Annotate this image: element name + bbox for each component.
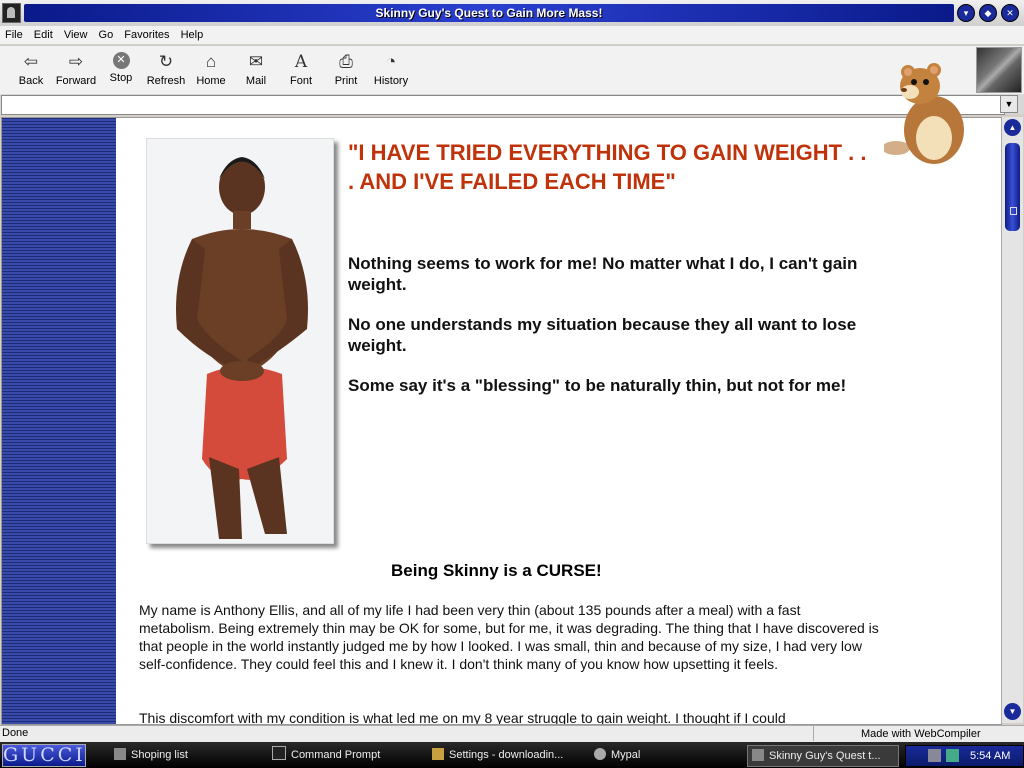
scroll-up-icon[interactable]: ▲: [1004, 119, 1021, 136]
settings-icon: [432, 748, 444, 760]
man-photo-illustration: [176, 157, 308, 539]
paragraph-1: Nothing seems to work for me! No matter …: [348, 254, 858, 294]
font-button[interactable]: A Font: [279, 48, 323, 92]
task-skinny-guy[interactable]: Skinny Guy's Quest t...: [747, 745, 899, 767]
task-shoping-list[interactable]: Shoping list: [110, 745, 260, 765]
minimize-icon[interactable]: ▾: [957, 4, 975, 22]
home-button[interactable]: ⌂ Home: [189, 48, 233, 92]
task-settings[interactable]: Settings - downloadin...: [428, 745, 578, 765]
body-paragraph-2: This discomfort with my condition is wha…: [139, 710, 786, 725]
sidebar-stripe: [2, 118, 116, 724]
console-icon: [272, 746, 286, 760]
home-icon: ⌂: [205, 52, 217, 71]
man-photo: [146, 138, 334, 544]
paragraph-2: No one understands my situation because …: [348, 315, 857, 355]
font-label: Font: [289, 75, 312, 87]
volume-icon[interactable]: [946, 749, 959, 762]
task-command-prompt[interactable]: Command Prompt: [268, 745, 418, 765]
address-input[interactable]: [1, 95, 1005, 115]
section-heading-text: Being Skinny is a CURSE!: [391, 561, 602, 580]
back-label: Back: [18, 75, 44, 87]
menu-favorites[interactable]: Favorites: [124, 26, 169, 44]
mail-button[interactable]: ✉ Mail: [234, 48, 278, 92]
print-icon: ⎙: [339, 52, 353, 71]
web-page: "I HAVE TRIED EVERYTHING TO GAIN WEIGHT …: [1, 117, 1002, 725]
window-title: Skinny Guy's Quest to Gain More Mass!: [375, 6, 603, 20]
status-bar: Done Made with WebCompiler: [0, 725, 1024, 743]
clock: 5:54 AM: [970, 750, 1011, 762]
browser-icon: [752, 749, 764, 761]
taskbar: GUCCI Shoping list Command Prompt Settin…: [0, 742, 1024, 768]
task-label: Command Prompt: [291, 749, 381, 761]
task-label: Shoping list: [131, 749, 188, 761]
mail-icon: ✉: [248, 52, 264, 71]
history-button[interactable]: ◔ History: [369, 48, 413, 92]
mail-label: Mail: [245, 75, 267, 87]
stop-icon: ✕: [112, 52, 130, 69]
grip-icon: [1010, 207, 1017, 215]
menu-file[interactable]: File: [5, 26, 23, 44]
menu-help[interactable]: Help: [181, 26, 204, 44]
forward-arrow-icon: ⇨: [68, 52, 84, 71]
task-label: Mypal: [611, 749, 641, 761]
task-label: Settings - downloadin...: [449, 749, 564, 761]
vertical-scrollbar[interactable]: ▲ ▼: [1001, 117, 1023, 723]
scroll-down-icon[interactable]: ▼: [1004, 703, 1021, 720]
hamster-mascot: [884, 63, 964, 164]
status-text: Done: [2, 727, 29, 739]
start-button[interactable]: GUCCI: [2, 744, 86, 767]
font-icon: A: [294, 52, 308, 72]
task-mypal[interactable]: Mypal: [590, 745, 730, 765]
brand-logo: [976, 47, 1022, 93]
print-button[interactable]: ⎙ Print: [324, 48, 368, 92]
page-headline: "I HAVE TRIED EVERYTHING TO GAIN WEIGHT …: [348, 140, 867, 194]
refresh-icon: ↻: [158, 52, 174, 71]
title-bar[interactable]: Skinny Guy's Quest to Gain More Mass! ▾ …: [0, 0, 1024, 27]
refresh-button[interactable]: ↻ Refresh: [144, 48, 188, 92]
stop-label: Stop: [109, 72, 133, 84]
mypal-icon: [594, 748, 606, 760]
forward-button[interactable]: ⇨ Forward: [54, 48, 98, 92]
body-paragraph-1: My name is Anthony Ellis, and all of my …: [139, 602, 879, 672]
toolbar: ⇦ Back ⇨ Forward ✕ Stop ↻ Refresh ⌂ Home ✉ Mai…: [0, 45, 1024, 94]
forward-label: Forward: [55, 75, 97, 87]
maximize-icon[interactable]: ◆: [979, 4, 997, 22]
scroll-thumb[interactable]: [1005, 143, 1020, 231]
task-label: Skinny Guy's Quest t...: [769, 750, 881, 762]
menu-edit[interactable]: Edit: [34, 26, 53, 44]
close-icon[interactable]: ✕: [1001, 4, 1019, 22]
address-bar: ▼: [0, 94, 1024, 115]
made-with-label: Made with WebCompiler: [813, 726, 1014, 741]
back-arrow-icon: ⇦: [23, 52, 39, 71]
system-tray: 5:54 AM: [905, 745, 1024, 767]
refresh-label: Refresh: [146, 75, 186, 87]
history-label: History: [373, 75, 409, 87]
back-button[interactable]: ⇦ Back: [9, 48, 53, 92]
menu-view[interactable]: View: [64, 26, 88, 44]
home-label: Home: [196, 75, 226, 87]
menu-bar: File Edit View Go Favorites Help: [0, 26, 1024, 44]
print-label: Print: [334, 75, 358, 87]
paragraph-3: Some say it's a "blessing" to be natural…: [348, 376, 847, 395]
address-dropdown-icon[interactable]: ▼: [1000, 95, 1018, 113]
menu-go[interactable]: Go: [99, 26, 114, 44]
list-icon: [114, 748, 126, 760]
history-icon: ◔: [385, 52, 397, 71]
stop-button[interactable]: ✕ Stop: [99, 48, 143, 92]
network-icon[interactable]: [928, 749, 941, 762]
app-icon[interactable]: [2, 3, 21, 23]
